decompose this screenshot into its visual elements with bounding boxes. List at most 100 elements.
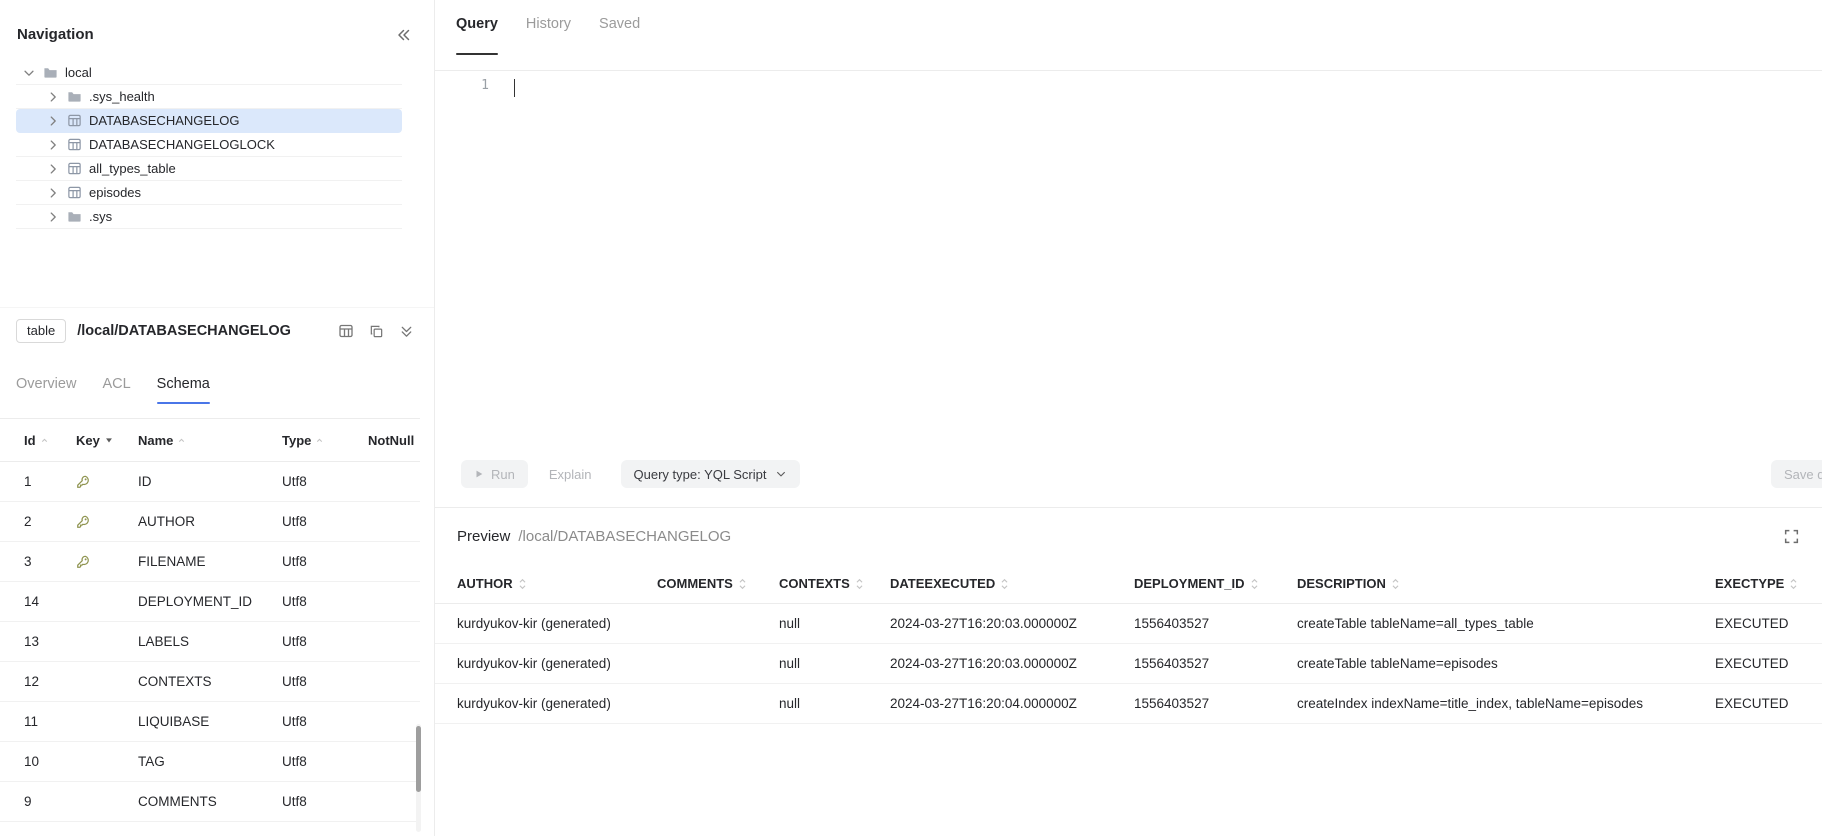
cell-exectype: EXECUTED [1715, 696, 1822, 711]
cell-name: AUTHOR [138, 514, 282, 529]
key-icon [76, 555, 90, 569]
sort-icon [738, 578, 747, 590]
column-label: Name [138, 433, 173, 448]
column-header-author[interactable]: AUTHOR [457, 576, 657, 591]
collapse-summary-icon[interactable] [399, 324, 414, 339]
tree-item-episodes[interactable]: episodes [16, 181, 402, 205]
schema-tree: local .sys_health DATABASECHANGELOG [16, 61, 402, 229]
explain-button[interactable]: Explain [536, 460, 605, 488]
preview-path: /local/DATABASECHANGELOG [518, 528, 731, 545]
cell-contexts: null [779, 696, 890, 711]
chevron-right-icon[interactable] [46, 162, 60, 176]
tab-acl[interactable]: ACL [102, 376, 130, 404]
cell-id: 3 [24, 554, 76, 569]
schema-row: 8 DESCRIPTION Utf8 [0, 822, 420, 836]
sort-icon [855, 578, 864, 590]
schema-scrollbar-thumb[interactable] [416, 726, 421, 792]
column-header-key[interactable]: Key [76, 433, 138, 448]
tab-schema[interactable]: Schema [157, 376, 210, 404]
cell-id: 12 [24, 674, 76, 689]
copy-path-icon[interactable] [369, 324, 384, 339]
column-label: EXECTYPE [1715, 576, 1784, 591]
chevron-right-icon[interactable] [46, 138, 60, 152]
chevron-right-icon[interactable] [46, 210, 60, 224]
table-icon [67, 137, 82, 152]
tree-item-databasechangelog[interactable]: DATABASECHANGELOG [16, 109, 402, 133]
query-editor[interactable]: 1 [435, 70, 1822, 460]
tab-overview[interactable]: Overview [16, 376, 76, 404]
tree-item-label: episodes [89, 185, 141, 200]
tab-saved[interactable]: Saved [599, 16, 640, 55]
column-header-deployment-id[interactable]: DEPLOYMENT_ID [1134, 576, 1297, 591]
column-label: DATEEXECUTED [890, 576, 995, 591]
column-header-comments[interactable]: COMMENTS [657, 576, 779, 591]
cell-deployment-id: 1556403527 [1134, 696, 1297, 711]
cell-key [76, 475, 138, 489]
cell-dateexecuted: 2024-03-27T16:20:03.000000Z [890, 616, 1134, 631]
column-label: DEPLOYMENT_ID [1134, 576, 1245, 591]
tree-item-local[interactable]: local [16, 61, 402, 85]
chevron-right-icon[interactable] [46, 90, 60, 104]
tree-item-sys-health[interactable]: .sys_health [16, 85, 402, 109]
table-icon [67, 113, 82, 128]
cell-type: Utf8 [282, 554, 368, 569]
column-header-exectype[interactable]: EXECTYPE [1715, 576, 1822, 591]
column-header-name[interactable]: Name [138, 433, 282, 448]
cell-name: FILENAME [138, 554, 282, 569]
chevron-right-icon[interactable] [46, 186, 60, 200]
column-header-contexts[interactable]: CONTEXTS [779, 576, 890, 591]
cell-contexts: null [779, 616, 890, 631]
column-header-description[interactable]: DESCRIPTION [1297, 576, 1715, 591]
fullscreen-icon[interactable] [1783, 528, 1800, 545]
object-path: /local/DATABASECHANGELOG [77, 323, 291, 339]
schema-table-header: Id Key Name Type [0, 418, 420, 462]
column-label: COMMENTS [657, 576, 733, 591]
schema-row: 12 CONTEXTS Utf8 [0, 662, 420, 702]
schema-row: 1 ID Utf8 [0, 462, 420, 502]
sort-icon [315, 436, 324, 445]
schema-row: 11 LIQUIBASE Utf8 [0, 702, 420, 742]
column-label: NotNull [368, 433, 414, 448]
preview-row: kurdyukov-kir (generated) null 2024-03-2… [435, 644, 1822, 684]
tree-item-sys[interactable]: .sys [16, 205, 402, 229]
column-header-type[interactable]: Type [282, 433, 368, 448]
schema-row: 13 LABELS Utf8 [0, 622, 420, 662]
cell-type: Utf8 [282, 794, 368, 809]
cell-author: kurdyukov-kir (generated) [457, 696, 657, 711]
cell-author: kurdyukov-kir (generated) [457, 656, 657, 671]
cell-name: CONTEXTS [138, 674, 282, 689]
chevron-right-icon[interactable] [46, 114, 60, 128]
play-icon [474, 469, 484, 479]
column-header-notnull[interactable]: NotNull [368, 433, 420, 448]
object-summary-panel: table /local/DATABASECHANGELOG Overview [0, 307, 434, 836]
cell-id: 10 [24, 754, 76, 769]
tree-item-label: DATABASECHANGELOG [89, 113, 240, 128]
cell-type: Utf8 [282, 634, 368, 649]
query-type-label: Query type: YQL Script [634, 467, 767, 482]
open-preview-icon[interactable] [338, 323, 354, 339]
object-tabs: Overview ACL Schema [0, 354, 434, 404]
key-icon [76, 515, 90, 529]
column-header-id[interactable]: Id [24, 433, 76, 448]
query-type-select[interactable]: Query type: YQL Script [621, 460, 801, 488]
schema-row: 9 COMMENTS Utf8 [0, 782, 420, 822]
object-summary-header: table /local/DATABASECHANGELOG [0, 308, 434, 354]
tab-query[interactable]: Query [456, 16, 498, 55]
folder-icon [67, 209, 82, 224]
sort-icon [1789, 578, 1798, 590]
navigation-header: Navigation [0, 0, 434, 53]
cell-name: LIQUIBASE [138, 714, 282, 729]
cell-description: createTable tableName=episodes [1297, 656, 1715, 671]
column-header-dateexecuted[interactable]: DATEEXECUTED [890, 576, 1134, 591]
cell-name: DEPLOYMENT_ID [138, 594, 282, 609]
tree-item-label: .sys_health [89, 89, 155, 104]
tab-history[interactable]: History [526, 16, 571, 55]
tree-item-databasechangeloglock[interactable]: DATABASECHANGELOGLOCK [16, 133, 402, 157]
query-actions: Run Explain Query type: YQL Script Save … [435, 460, 1822, 488]
save-query-button[interactable]: Save query [1771, 460, 1822, 488]
chevron-down-icon[interactable] [22, 66, 36, 80]
run-button[interactable]: Run [461, 460, 528, 488]
column-label: CONTEXTS [779, 576, 850, 591]
tree-item-all-types-table[interactable]: all_types_table [16, 157, 402, 181]
collapse-panel-icon[interactable] [396, 27, 412, 43]
